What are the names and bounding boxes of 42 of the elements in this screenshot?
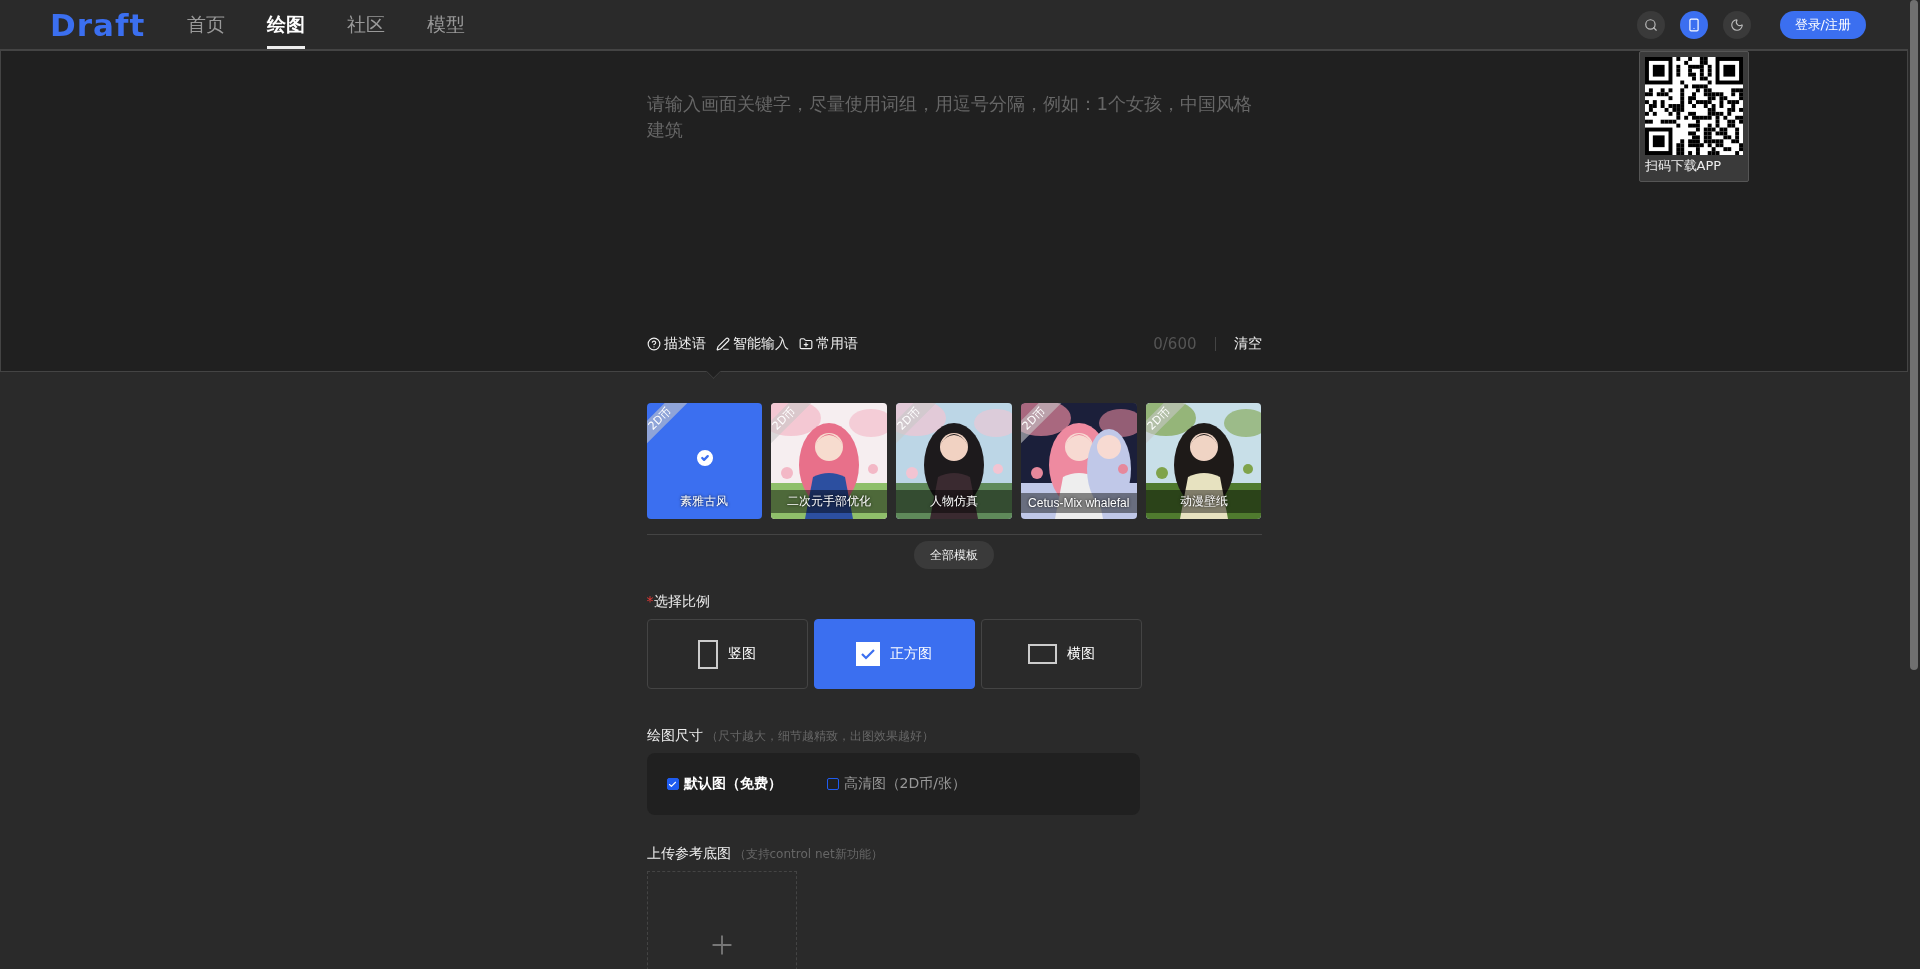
prompt-input[interactable]: 请输入画面关键字，尽量使用词组，用逗号分隔，例如：1个女孩，中国风格建筑	[646, 91, 1262, 291]
prompt-tool-link[interactable]: 智能输入	[715, 335, 789, 353]
required-mark: *	[646, 593, 654, 609]
checkbox[interactable]	[666, 778, 679, 790]
phone-button[interactable]	[1679, 10, 1708, 39]
search-button[interactable]	[1636, 10, 1665, 39]
checkbox[interactable]	[826, 778, 839, 790]
template-label: 人物仿真	[896, 490, 1012, 513]
ratio-option[interactable]: 正方图	[813, 619, 975, 689]
section-label: 绘图尺寸	[646, 727, 703, 745]
nav-tab[interactable]: 首页	[187, 0, 226, 49]
checkbox-icon	[856, 642, 880, 666]
moon-icon	[1729, 17, 1744, 32]
section-label: 选择比例	[653, 593, 710, 611]
clear-link[interactable]: 清空	[1233, 335, 1262, 353]
help-icon	[646, 337, 661, 351]
prompt-tool-link[interactable]: 常用语	[798, 335, 858, 353]
size-option[interactable]: 高清图（2D币/张）	[826, 775, 966, 793]
template-card[interactable]: 2D币 Cetus-Mix whalefal	[1020, 403, 1137, 519]
all-templates-button[interactable]: 全部模板	[914, 541, 994, 569]
template-label: Cetus-Mix whalefal	[1020, 493, 1137, 513]
qr-caption: 扫码下载APP	[1644, 156, 1723, 175]
nav-tab[interactable]: 社区	[347, 0, 386, 49]
ratio-option[interactable]: 竖图	[646, 619, 808, 689]
section-label: 上传参考底图	[646, 845, 731, 863]
nav-tab[interactable]: 模型	[427, 0, 466, 49]
pen-icon	[715, 337, 730, 351]
template-label: 二次元手部优化	[771, 490, 888, 513]
phone-icon	[1686, 17, 1701, 32]
folder-icon	[798, 337, 813, 351]
scrollbar-thumb[interactable]	[1910, 0, 1918, 670]
template-card[interactable]: 2D币 素雅古风	[646, 403, 763, 519]
portrait-icon	[698, 639, 718, 669]
prompt-tool-link[interactable]: 描述语	[646, 335, 706, 353]
search-icon	[1643, 17, 1658, 32]
size-option[interactable]: 默认图（免费）	[666, 775, 782, 793]
landscape-icon	[1027, 644, 1057, 664]
login-button[interactable]: 登录/注册	[1779, 10, 1866, 39]
template-label: 素雅古风	[679, 493, 730, 510]
theme-button[interactable]	[1722, 10, 1751, 39]
logo: Draft	[50, 6, 146, 43]
ratio-option[interactable]: 横图	[980, 619, 1142, 689]
